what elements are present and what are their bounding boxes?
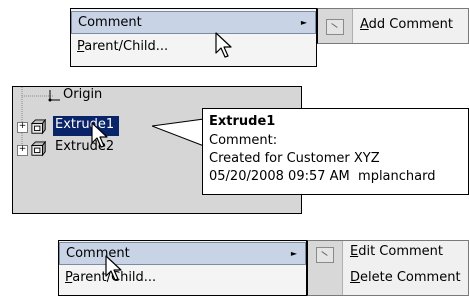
tooltip-title: Extrude1	[209, 114, 276, 129]
menu-item-edit-comment[interactable]: Edit Comment	[350, 244, 443, 259]
extrude-feature-icon	[31, 119, 47, 135]
menu-item-label: dd Comment	[368, 17, 454, 32]
mouse-cursor-icon	[215, 32, 232, 58]
comment-tooltip: Extrude1 Comment: Created for Customer X…	[202, 108, 469, 195]
context-menu-3: Comment ► Parent/Child...	[58, 240, 307, 296]
menu-item-label: elete Comment	[360, 270, 461, 285]
origin-icon	[48, 90, 60, 102]
tooltip-author: mplanchard	[358, 169, 436, 184]
mouse-cursor-icon	[105, 255, 122, 281]
submenu-3: Edit Comment Delete Comment	[307, 240, 469, 296]
menu-item-comment[interactable]: Comment ►	[71, 11, 316, 34]
menu-item-mnemonic: D	[350, 270, 361, 285]
menu-item-mnemonic: A	[360, 17, 369, 32]
tooltip-meta: 05/20/2008 09:57 AM mplanchard	[209, 169, 436, 184]
extrude-feature-icon	[31, 141, 47, 157]
expand-icon[interactable]: +	[17, 145, 28, 156]
tooltip-timestamp: 05/20/2008 09:57 AM	[209, 169, 350, 184]
tooltip-comment-label: Comment:	[209, 133, 278, 148]
menu-item-delete-comment[interactable]: Delete Comment	[350, 270, 461, 285]
tooltip-comment-text: Created for Customer XYZ	[209, 151, 380, 166]
menu-item-add-comment[interactable]: Add Comment	[360, 17, 453, 32]
menu-item-comment[interactable]: Comment ►	[59, 242, 306, 265]
menu-item-parent-child[interactable]: Parent/Child...	[59, 267, 306, 288]
context-menu-1: Comment ► Parent/Child...	[70, 8, 317, 67]
submenu-arrow-icon: ►	[300, 18, 307, 27]
menu-item-label: Comment	[78, 15, 142, 30]
submenu-arrow-icon: ►	[290, 249, 297, 258]
tree-item-origin[interactable]: Origin	[63, 87, 102, 102]
expand-icon[interactable]: +	[17, 122, 28, 133]
submenu-1: Add Comment	[317, 8, 469, 44]
menu-item-label: arent/Child...	[84, 39, 169, 54]
menu-item-mnemonic: E	[350, 244, 359, 259]
comment-icon	[326, 19, 344, 35]
menu-item-label: dit Comment	[358, 244, 444, 259]
mouse-cursor-icon	[91, 122, 108, 148]
comment-icon	[316, 247, 334, 263]
menu-item-parent-child[interactable]: Parent/Child...	[71, 36, 316, 57]
